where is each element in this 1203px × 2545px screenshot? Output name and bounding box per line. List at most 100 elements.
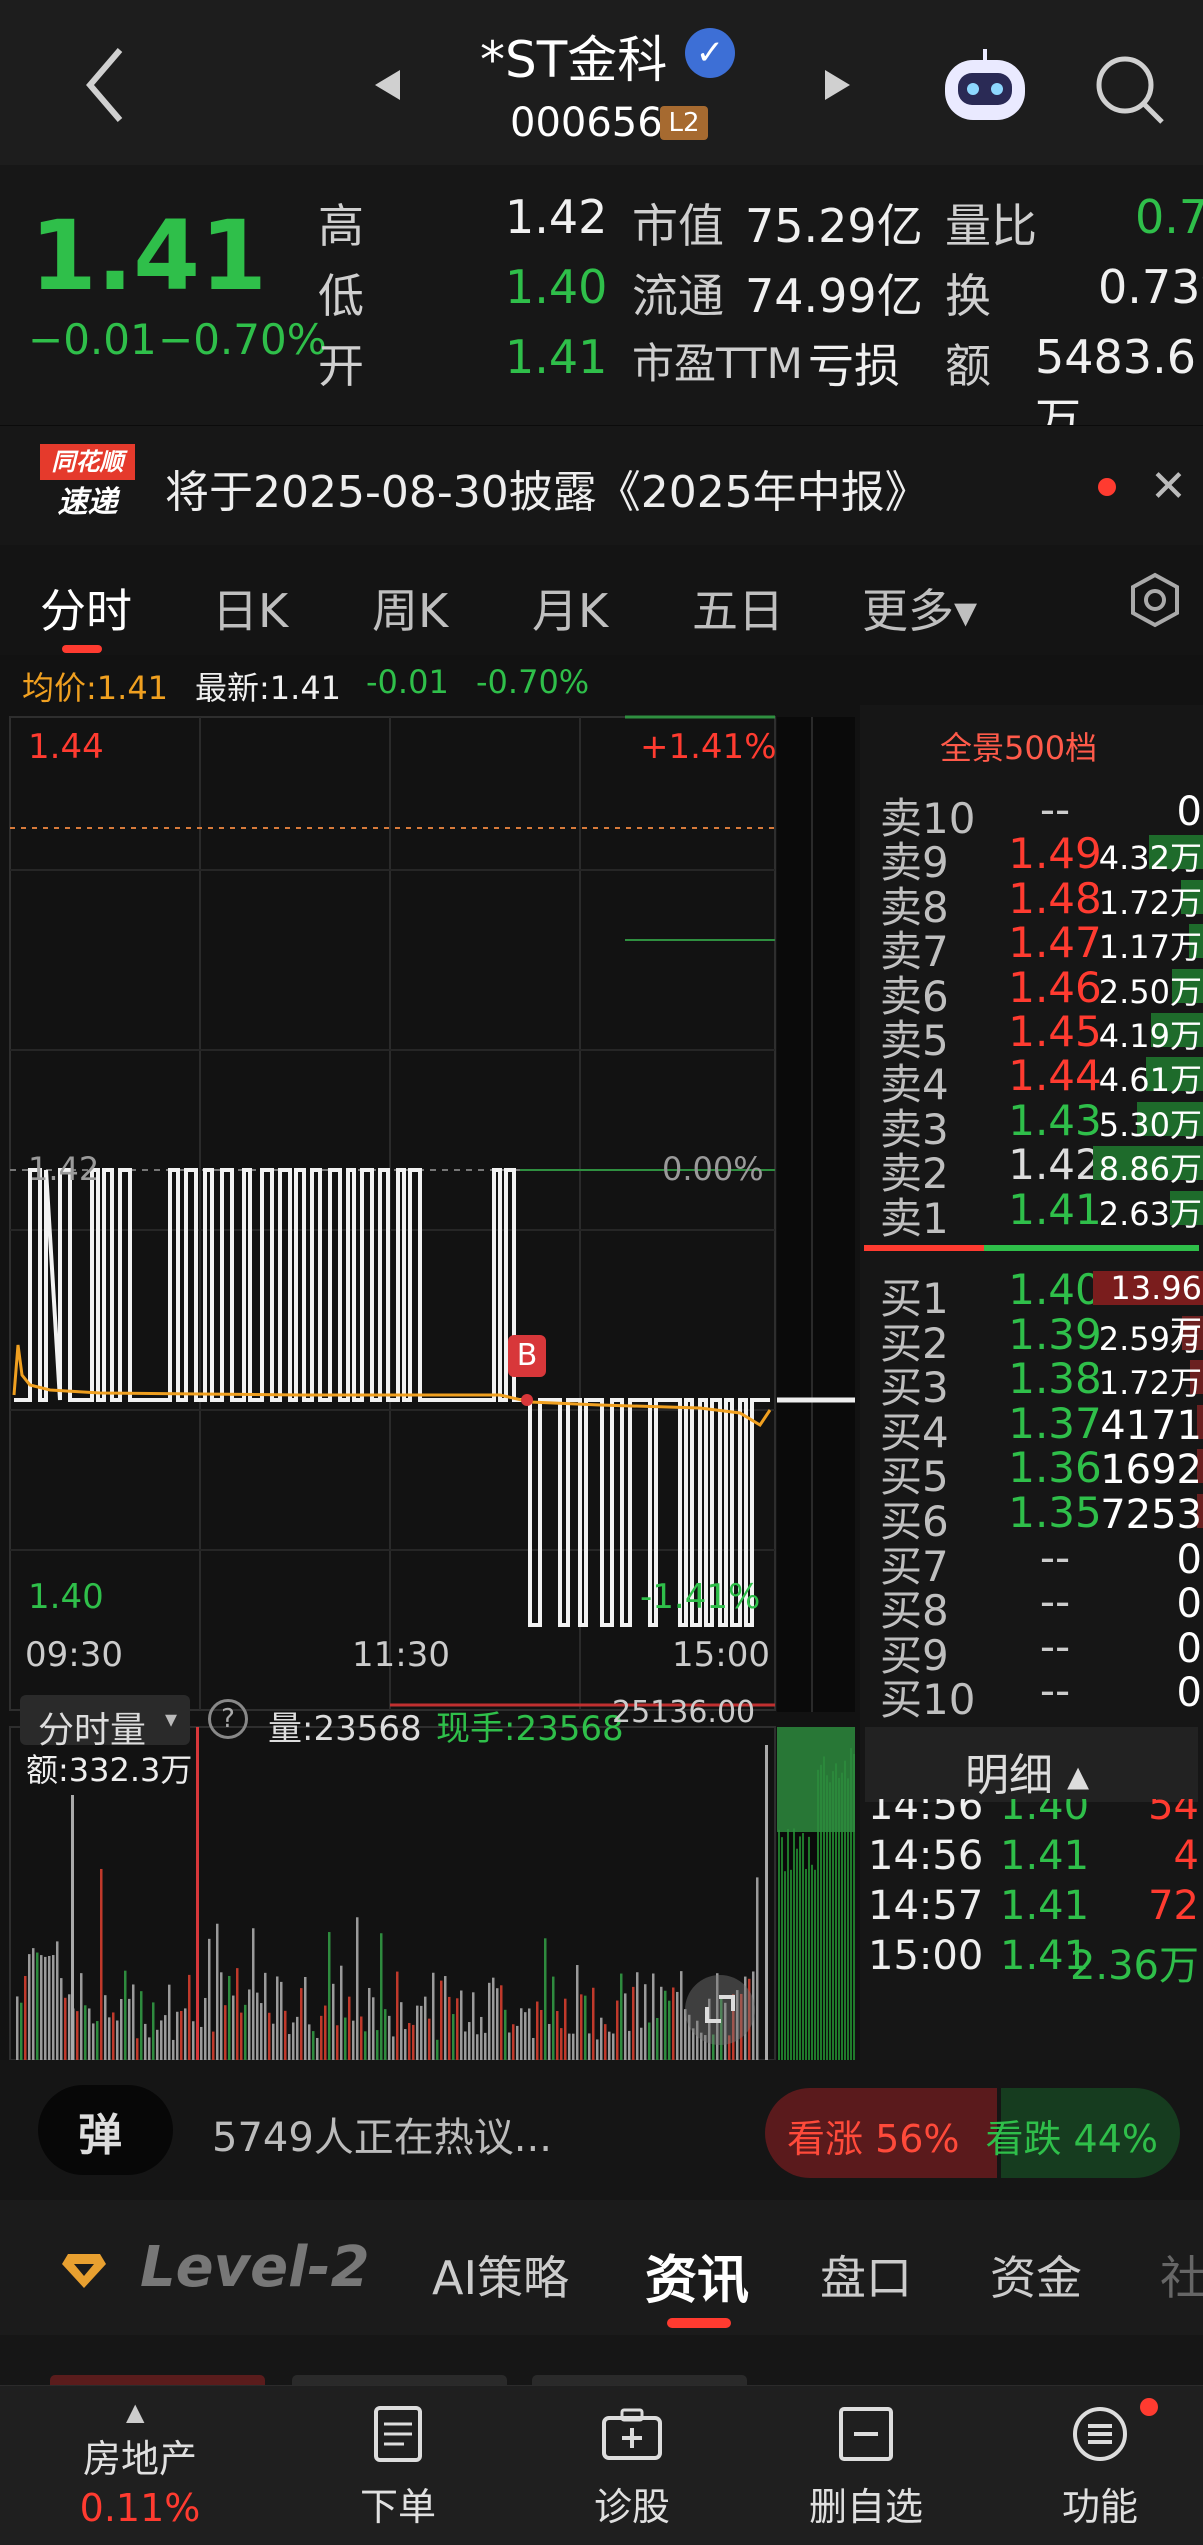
prev-stock-button[interactable] (370, 65, 410, 109)
ask-row[interactable]: 卖5 1.45 4.19万 (860, 1007, 1203, 1065)
discussion-count-text[interactable]: 5749人正在热议... (212, 2105, 552, 2163)
volume-bar (88, 2008, 91, 2060)
ask-row[interactable]: 卖7 1.47 1.17万 (860, 918, 1203, 976)
chart-info-bar: 均价:1.41 最新:1.41 -0.01 -0.70% (0, 655, 1203, 707)
tab-news[interactable]: 资讯 (645, 2238, 749, 2313)
amount-label: 额 (945, 339, 991, 393)
ask-row[interactable]: 卖9 1.49 4.32万 (860, 829, 1203, 887)
volume-bar (56, 1941, 59, 2060)
tab-orderbook[interactable]: 盘口 (820, 2242, 912, 2308)
tab-five-day[interactable]: 五日 (692, 575, 784, 641)
level-volume: 0 (1176, 789, 1202, 835)
bullish-bar[interactable]: 看涨 56% (765, 2088, 997, 2178)
tab-monthly-k[interactable]: 月K (532, 575, 608, 641)
trade-volume: 2.36万 (1069, 1943, 1199, 1989)
bullish-label: 看涨 56% (787, 2117, 960, 2161)
ask-row[interactable]: 卖1 1.41 2.63万 (860, 1185, 1203, 1243)
buy-marker[interactable]: B (508, 1335, 546, 1377)
chart-settings-button[interactable] (1125, 570, 1185, 634)
tab-weekly-k[interactable]: 周K (372, 575, 448, 641)
volume-bar (564, 1998, 567, 2060)
robot-assistant-button[interactable] (940, 45, 1030, 129)
volume-bar (204, 1997, 207, 2060)
volume-bar (636, 1972, 639, 2060)
tab-community[interactable]: 社 (1160, 2242, 1203, 2308)
volume-bar (416, 2005, 419, 2060)
ask-row[interactable]: 卖6 1.46 2.50万 (860, 963, 1203, 1021)
intraday-chart-area[interactable]: 1.44 +1.41% 1.42 0.00% 1.40 -1.41% B 09:… (0, 705, 860, 2060)
volume-bar (640, 2027, 643, 2060)
sentiment-bar[interactable]: 看涨 56% 看跌 44% (765, 2088, 1180, 2178)
bid-row[interactable]: 买3 1.38 1.72万 (860, 1354, 1203, 1412)
tab-daily-k[interactable]: 日K (212, 575, 288, 641)
volume-bar (336, 2025, 339, 2060)
search-button[interactable] (1090, 50, 1170, 134)
quote-panel: 1.41 −0.01 −0.70% 高 1.42 低 1.40 开 1.41 市… (0, 165, 1203, 447)
bid-row[interactable]: 买1 1.40 13.96万 (860, 1265, 1203, 1351)
volume-bar (32, 1948, 35, 2060)
ask-row[interactable]: 卖4 1.44 4.61万 (860, 1051, 1203, 1109)
volume-bar (120, 1998, 123, 2060)
order-book-title[interactable]: 全景500档 (940, 723, 1097, 769)
level-volume: 4.61万 (1098, 1061, 1202, 1100)
next-stock-button[interactable] (815, 65, 855, 109)
tab-funds[interactable]: 资金 (990, 2242, 1082, 2308)
bearish-bar[interactable]: 看跌 44% (985, 2088, 1180, 2178)
bid-row[interactable]: 买10 -- 0 (860, 1666, 1203, 1724)
ask-row[interactable]: 卖2 1.42 8.86万 (860, 1140, 1203, 1198)
volume-bar (24, 1975, 27, 2060)
volume-bar (48, 1955, 51, 2060)
x-axis-label-close: 15:00 (672, 1635, 770, 1675)
nav-remove-watchlist[interactable]: 删自选 (766, 2386, 966, 2545)
volume-bar (244, 2004, 247, 2060)
mktcap-value: 75.29亿 (745, 199, 923, 253)
volume-bar (508, 2032, 511, 2060)
bottom-nav: ▲ 房地产 0.11% 下单 诊股 删自选 功能 (0, 2385, 1203, 2545)
level-volume: 7253 (1100, 1492, 1202, 1538)
volume-bar (292, 2022, 295, 2060)
volume-bar (368, 1987, 371, 2060)
volume-bar (136, 2038, 139, 2060)
detail-header[interactable]: 明细 ▴ (865, 1727, 1198, 1802)
nav-diagnose[interactable]: 诊股 (532, 2386, 732, 2545)
volume-bar (68, 1994, 71, 2060)
bid-row[interactable]: 买2 1.39 2.59万 (860, 1310, 1203, 1368)
help-icon[interactable]: ? (208, 1699, 248, 1739)
volume-bar (192, 2021, 195, 2060)
bid-row[interactable]: 买4 1.37 4171 (860, 1399, 1203, 1457)
bid-row[interactable]: 买8 -- 0 (860, 1577, 1203, 1635)
volume-bar (552, 1976, 555, 2060)
news-banner[interactable]: 同花顺 速递 将于2025-08-30披露《2025年中报》 ✕ (0, 425, 1203, 545)
nav-function[interactable]: 功能 (1000, 2386, 1200, 2545)
bid-row[interactable]: 买6 1.35 7253 (860, 1488, 1203, 1546)
tab-level2[interactable]: Level-2 (140, 2235, 370, 2300)
spread-divider (864, 1245, 1199, 1251)
bid-row[interactable]: 买9 -- 0 (860, 1622, 1203, 1680)
ask-row[interactable]: 卖3 1.43 5.30万 (860, 1096, 1203, 1154)
volume-bar (476, 2034, 479, 2060)
volume-bar (116, 2020, 119, 2060)
bid-row[interactable]: 买7 -- 0 (860, 1533, 1203, 1591)
close-icon[interactable]: ✕ (1150, 461, 1187, 512)
back-button[interactable] (70, 40, 140, 130)
nav-order[interactable]: 下单 (298, 2386, 498, 2545)
tab-intraday[interactable]: 分时 (40, 575, 132, 641)
volume-type-selector[interactable]: 分时量 ▾ (20, 1695, 190, 1751)
tab-more[interactable]: 更多▾ (862, 575, 977, 641)
bid-row[interactable]: 买5 1.36 1692 (860, 1443, 1203, 1501)
nav-sector[interactable]: ▲ 房地产 0.11% (40, 2386, 240, 2545)
volume-bar (364, 2031, 367, 2060)
volume-bar (104, 1995, 107, 2060)
volume-bar (228, 1975, 231, 2060)
tab-ai-strategy[interactable]: AI策略 (432, 2242, 569, 2308)
ask-row[interactable]: 卖10 -- 0 (860, 785, 1203, 843)
fullscreen-button[interactable] (685, 1975, 755, 2045)
volume-bar (492, 1977, 495, 2060)
danmaku-toggle[interactable]: 弹 (38, 2085, 173, 2175)
ask-row[interactable]: 卖8 1.48 1.72万 (860, 874, 1203, 932)
volume-bar (656, 2017, 659, 2060)
volume-bar (132, 1984, 135, 2060)
volume-bar (448, 1996, 451, 2060)
volume-bar (444, 1976, 447, 2060)
volratio-value: 0.73 (1135, 190, 1203, 244)
